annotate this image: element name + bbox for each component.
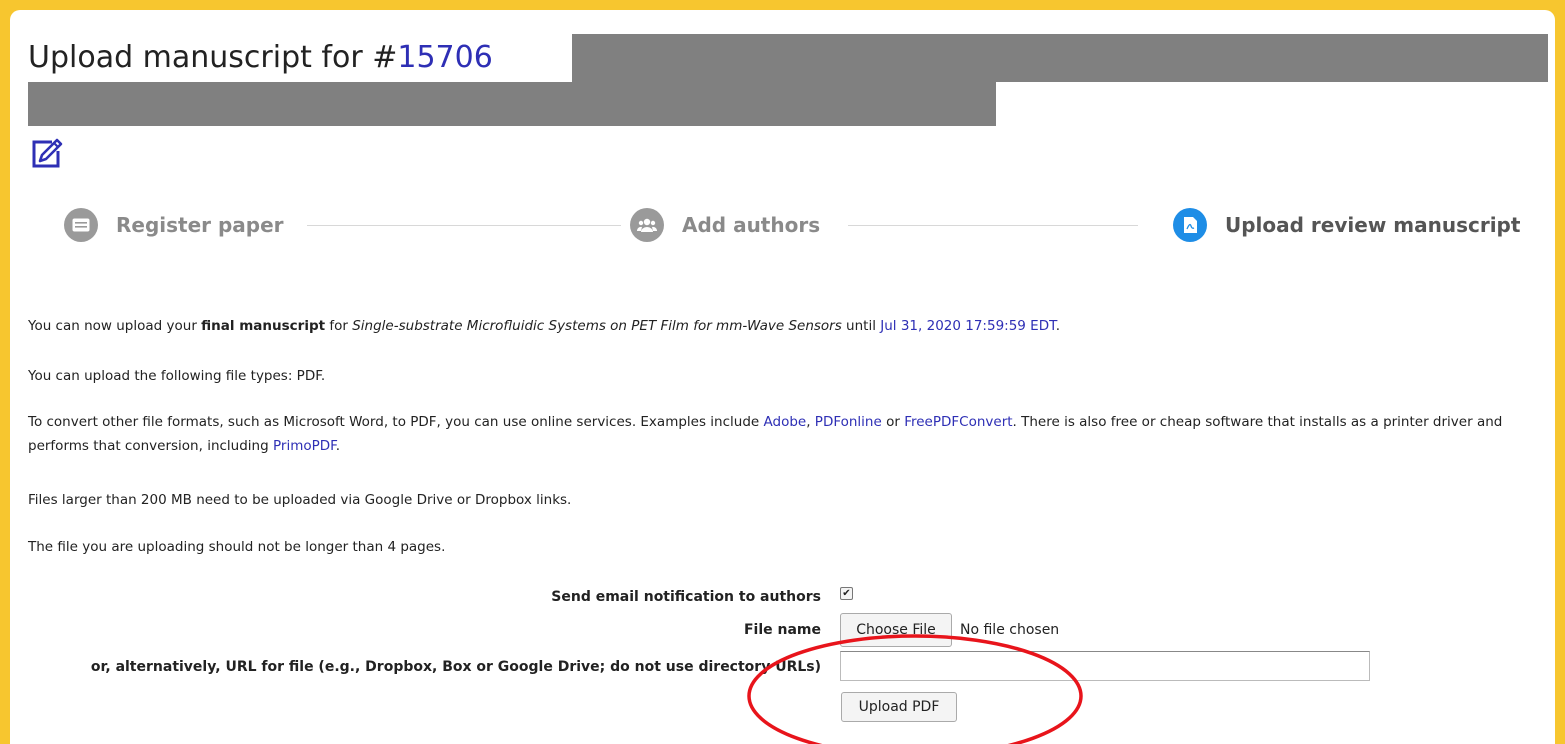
email-notification-label: Send email notification to authors — [551, 589, 821, 605]
freepdfconvert-link[interactable]: FreePDFConvert — [904, 414, 1012, 430]
file-types-info: You can upload the following file types:… — [28, 368, 326, 384]
primopdf-link[interactable]: PrimoPDF — [273, 438, 336, 454]
step-add-authors[interactable]: Add authors — [630, 208, 820, 242]
choose-file-button[interactable]: Choose File — [840, 613, 952, 647]
upload-pdf-button[interactable]: Upload PDF — [841, 692, 957, 722]
edit-icon[interactable] — [28, 136, 64, 172]
pdfonline-link[interactable]: PDFonline — [815, 414, 882, 430]
file-url-input[interactable] — [840, 651, 1370, 681]
email-notification-checkbox[interactable]: ✔ — [840, 587, 853, 600]
paper-id-link[interactable]: 15706 — [397, 40, 492, 75]
file-size-info: Files larger than 200 MB need to be uplo… — [28, 492, 572, 508]
step-label: Register paper — [116, 213, 284, 237]
redaction-bar — [572, 34, 1548, 82]
step-connector — [848, 225, 1138, 226]
final-manuscript-label: final manuscript — [201, 318, 326, 334]
step-label: Upload review manuscript — [1225, 213, 1521, 237]
step-upload-review-manuscript[interactable]: Upload review manuscript — [1173, 208, 1520, 242]
file-name-label: File name — [743, 622, 821, 638]
paper-title: Single-substrate Microfluidic Systems on… — [352, 318, 842, 334]
page-limit-info: The file you are uploading should not be… — [28, 539, 446, 555]
file-url-label: or, alternatively, URL for file (e.g., D… — [90, 659, 821, 675]
step-connector — [307, 225, 621, 226]
deadline-link[interactable]: Jul 31, 2020 17:59:59 EDT — [880, 318, 1055, 334]
conversion-info: To convert other file formats, such as M… — [28, 414, 1503, 454]
title-prefix: Upload manuscript for # — [28, 40, 398, 75]
users-icon — [630, 208, 664, 242]
step-label: Add authors — [682, 213, 821, 237]
page-panel: Upload manuscript for #15706 Register pa… — [10, 10, 1555, 744]
card-icon — [64, 208, 98, 242]
pdf-icon — [1173, 208, 1207, 242]
redaction-bar — [28, 82, 996, 126]
page-title: Upload manuscript for #15706 — [28, 38, 493, 78]
adobe-link[interactable]: Adobe — [764, 414, 807, 430]
no-file-chosen-text: No file chosen — [960, 622, 1060, 638]
step-register-paper[interactable]: Register paper — [64, 208, 284, 242]
deadline-info: You can now upload your final manuscript… — [28, 318, 1061, 334]
